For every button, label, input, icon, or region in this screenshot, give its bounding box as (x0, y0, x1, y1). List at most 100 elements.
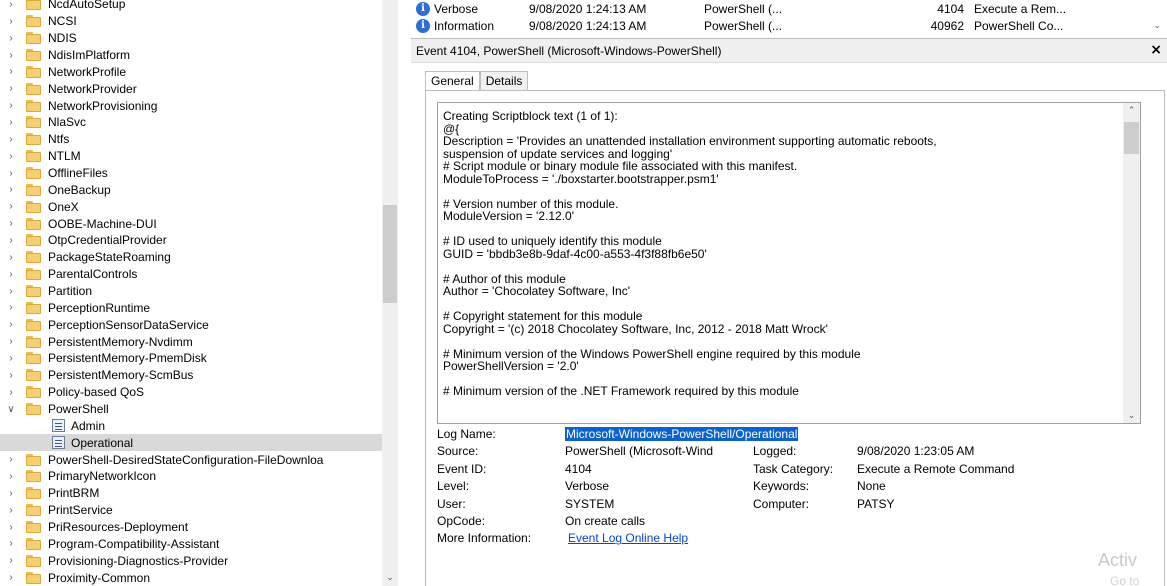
tree-item[interactable]: › OOBE-Machine-DUI (0, 215, 382, 232)
description-scrollbar-thumb[interactable] (1124, 122, 1139, 154)
tree-scroll-down-arrow-icon[interactable]: ⌄ (382, 572, 398, 586)
chevron-right-icon[interactable]: › (6, 168, 16, 179)
chevron-right-icon[interactable]: › (6, 218, 16, 229)
computer-value[interactable]: PATSY (857, 497, 895, 511)
user-value[interactable]: SYSTEM (565, 497, 614, 511)
tree-scrollbar[interactable]: ⌄ (382, 0, 398, 586)
tree-item[interactable]: › Ntfs (0, 131, 382, 148)
tree-item[interactable]: › PackageStateRoaming (0, 249, 382, 266)
chevron-right-icon[interactable]: › (6, 83, 16, 94)
event-description-box[interactable]: Creating Scriptblock text (1 of 1): @{Des… (437, 102, 1141, 424)
chevron-right-icon[interactable]: › (6, 33, 16, 44)
chevron-right-icon[interactable]: › (6, 66, 16, 77)
tree-item[interactable]: › NetworkProvider (0, 80, 382, 97)
chevron-right-icon[interactable]: › (6, 16, 16, 27)
tree-item-label: Proximity-Common (48, 570, 151, 585)
tree-item[interactable]: › Provisioning-Diagnostics-Provider (0, 552, 382, 569)
tree-item[interactable]: › PersistentMemory-ScmBus (0, 367, 382, 384)
chevron-right-icon[interactable]: › (6, 252, 16, 263)
tree-item[interactable]: › ParentalControls (0, 266, 382, 283)
tree-item[interactable]: › OneX (0, 198, 382, 215)
chevron-right-icon[interactable]: › (6, 235, 16, 246)
event-row[interactable]: i Verbose 9/08/2020 1:24:13 AM PowerShell (… (408, 0, 1167, 17)
events-scroll-down-icon[interactable]: ⌄ (1153, 20, 1161, 31)
chevron-right-icon[interactable]: › (6, 353, 16, 364)
tree-item[interactable]: › PersistentMemory-Nvdimm (0, 333, 382, 350)
tree-item[interactable]: › OtpCredentialProvider (0, 232, 382, 249)
tree-item[interactable]: › PrintBRM (0, 485, 382, 502)
chevron-right-icon[interactable]: › (6, 336, 16, 347)
tree-item[interactable]: › PowerShell-DesiredStateConfiguration-Fi… (0, 451, 382, 468)
description-scrollbar[interactable]: ⌃ ⌄ (1123, 103, 1140, 423)
tree-item[interactable]: › NetworkProvisioning (0, 97, 382, 114)
chevron-right-icon[interactable]: › (6, 505, 16, 516)
chevron-right-icon[interactable]: › (6, 50, 16, 61)
chevron-right-icon[interactable]: › (6, 538, 16, 549)
tree-item[interactable]: › PerceptionRuntime (0, 299, 382, 316)
chevron-right-icon[interactable]: › (6, 302, 16, 313)
keywords-value[interactable]: None (857, 479, 886, 493)
logged-value[interactable]: 9/08/2020 1:23:05 AM (857, 444, 974, 458)
close-icon[interactable]: × (1150, 42, 1162, 58)
chevron-right-icon[interactable]: › (6, 201, 16, 212)
prop-row-source: Source: PowerShell (Microsoft-Wind Logge… (437, 444, 1157, 461)
tree-item[interactable]: › Proximity-Common (0, 569, 382, 586)
tree-item[interactable]: › NCSI (0, 13, 382, 30)
tree-item[interactable]: › PerceptionSensorDataService (0, 316, 382, 333)
tree-item[interactable]: › PrintService (0, 502, 382, 519)
tree-item[interactable]: › Partition (0, 283, 382, 300)
level-value[interactable]: Verbose (565, 479, 609, 493)
chevron-right-icon[interactable]: › (6, 286, 16, 297)
tree-item[interactable]: › PriResources-Deployment (0, 519, 382, 536)
chevron-right-icon[interactable]: › (6, 269, 16, 280)
tree-item[interactable]: › PersistentMemory-PmemDisk (0, 350, 382, 367)
scroll-down-arrow-icon[interactable]: ⌄ (1123, 410, 1140, 421)
tree-item-label: PowerShell-DesiredStateConfiguration-Fil… (48, 452, 324, 467)
tree-item[interactable]: › Program-Compatibility-Assistant (0, 536, 382, 553)
chevron-right-icon[interactable]: › (6, 471, 16, 482)
chevron-right-icon[interactable]: › (6, 0, 16, 10)
chevron-right-icon[interactable]: › (6, 454, 16, 465)
tree-item[interactable]: › NTLM (0, 148, 382, 165)
chevron-right-icon[interactable]: › (6, 488, 16, 499)
chevron-down-icon[interactable]: ∨ (6, 404, 16, 415)
tree-item-label: PrimaryNetworkIcon (48, 469, 157, 484)
event-date: 9/08/2020 1:24:13 AM (529, 1, 647, 16)
tree-item[interactable]: › OfflineFiles (0, 165, 382, 182)
tree-item[interactable]: Admin (0, 417, 382, 434)
tree-item[interactable]: ∨ PowerShell (0, 401, 382, 418)
tree-item[interactable]: › NDIS (0, 30, 382, 47)
task-category-value[interactable]: Execute a Remote Command (857, 462, 1014, 476)
chevron-right-icon[interactable]: › (6, 134, 16, 145)
chevron-right-icon[interactable]: › (6, 522, 16, 533)
tree-item[interactable]: › Policy-based QoS (0, 384, 382, 401)
tree-item[interactable]: › NetworkProfile (0, 63, 382, 80)
source-value[interactable]: PowerShell (Microsoft-Wind (565, 444, 713, 458)
tree-item-label: PackageStateRoaming (48, 250, 171, 265)
scroll-up-arrow-icon[interactable]: ⌃ (1123, 105, 1140, 116)
tab-details[interactable]: Details (479, 71, 529, 91)
tree-item[interactable]: › NcdAutoSetup (0, 0, 382, 13)
log-name-value[interactable]: Microsoft-Windows-PowerShell/Operational (565, 427, 799, 441)
event-row[interactable]: i Information 9/08/2020 1:24:13 AM PowerShe… (408, 17, 1167, 34)
chevron-right-icon[interactable]: › (6, 100, 16, 111)
tree-item[interactable]: › OneBackup (0, 181, 382, 198)
tree-item[interactable]: Operational (0, 434, 382, 452)
chevron-right-icon[interactable]: › (6, 572, 16, 583)
description-line: Copyright = '(c) 2018 Chocolatey Softwar… (443, 321, 828, 336)
chevron-right-icon[interactable]: › (6, 387, 16, 398)
event-id-value[interactable]: 4104 (565, 462, 592, 476)
chevron-right-icon[interactable]: › (6, 319, 16, 330)
chevron-right-icon[interactable]: › (6, 151, 16, 162)
chevron-right-icon[interactable]: › (6, 370, 16, 381)
chevron-right-icon[interactable]: › (6, 184, 16, 195)
event-log-help-link[interactable]: Event Log Online Help (568, 531, 688, 545)
tree-item[interactable]: › PrimaryNetworkIcon (0, 468, 382, 485)
chevron-right-icon[interactable]: › (6, 117, 16, 128)
tree-item[interactable]: › NdisImPlatform (0, 47, 382, 64)
opcode-value[interactable]: On create calls (565, 514, 645, 528)
chevron-right-icon[interactable]: › (6, 555, 16, 566)
tree-item[interactable]: › NlaSvc (0, 114, 382, 131)
tree-scrollbar-thumb[interactable] (383, 205, 397, 303)
opcode-label: OpCode: (437, 513, 486, 528)
